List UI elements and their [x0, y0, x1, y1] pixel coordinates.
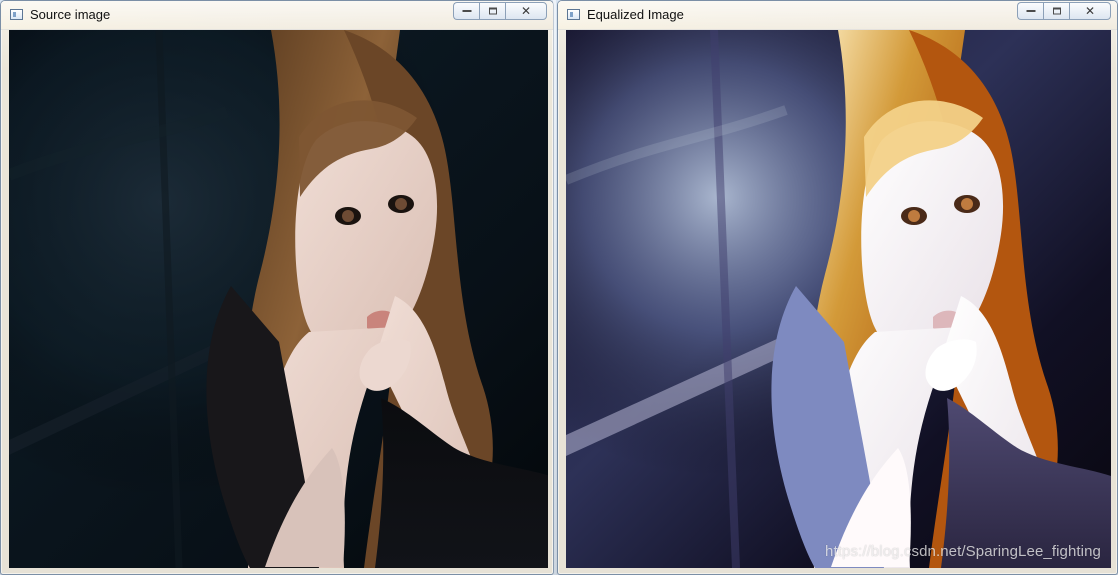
close-icon: ✕ — [1084, 4, 1096, 18]
source-image — [9, 30, 548, 568]
equalized-image-window[interactable]: Equalized Image ✕ https://blog.csdn.net/… — [557, 0, 1118, 575]
maximize-icon — [488, 7, 497, 15]
source-image-window[interactable]: Source image ✕ — [0, 0, 554, 575]
window-app-icon — [567, 9, 580, 20]
equalized-image — [566, 30, 1111, 568]
minimize-button[interactable] — [1017, 2, 1043, 20]
minimize-icon — [1026, 10, 1035, 12]
maximize-button[interactable] — [479, 2, 505, 20]
close-button[interactable]: ✕ — [505, 2, 547, 20]
window-app-icon — [10, 9, 23, 20]
equalized-image-area[interactable]: https://blog.csdn.net/SparingLee_fightin… — [566, 30, 1111, 568]
close-button[interactable]: ✕ — [1069, 2, 1111, 20]
source-image-area[interactable] — [9, 30, 548, 568]
desktop: Source image ✕ Equalized Image ✕ https:/… — [0, 0, 1118, 575]
minimize-button[interactable] — [453, 2, 479, 20]
watermark-text: https://blog.csdn.net/SparingLee_fightin… — [825, 543, 1101, 560]
window-gap-highlight — [553, 0, 556, 575]
source-window-controls: ✕ — [453, 2, 547, 20]
equalized-window-controls: ✕ — [1017, 2, 1111, 20]
minimize-icon — [462, 10, 471, 12]
equalized-window-titlebar[interactable]: Equalized Image ✕ — [558, 1, 1117, 30]
source-window-titlebar[interactable]: Source image ✕ — [1, 1, 553, 30]
source-window-title: Source image — [30, 7, 111, 22]
maximize-button[interactable] — [1043, 2, 1069, 20]
equalized-window-title: Equalized Image — [587, 7, 684, 22]
close-icon: ✕ — [520, 4, 532, 18]
maximize-icon — [1052, 7, 1061, 15]
